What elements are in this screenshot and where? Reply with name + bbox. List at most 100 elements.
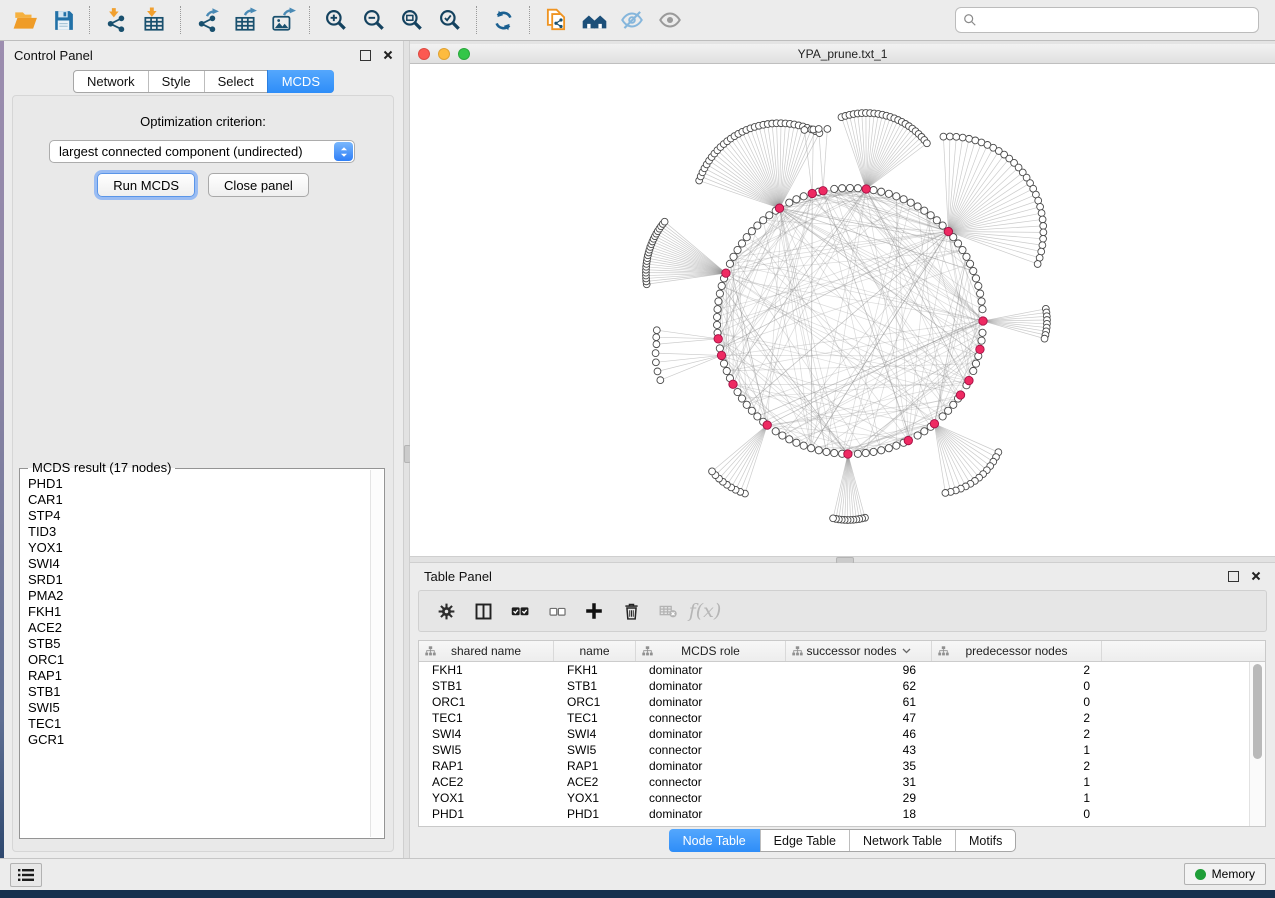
tab-motifs[interactable]: Motifs	[955, 830, 1015, 851]
tab-network[interactable]: Network	[74, 71, 148, 92]
mcds-result-item[interactable]: FKH1	[28, 604, 368, 620]
mcds-result-item[interactable]: ORC1	[28, 652, 368, 668]
table-cell[interactable]: STB1	[554, 679, 636, 693]
table-cell[interactable]: 1	[932, 775, 1102, 789]
table-cell[interactable]: RAP1	[419, 759, 554, 773]
close-panel-button[interactable]: Close panel	[208, 173, 309, 197]
table-cell[interactable]: 18	[786, 807, 932, 821]
table-cell[interactable]: SWI4	[419, 727, 554, 741]
scrollbar-thumb[interactable]	[1253, 664, 1262, 759]
mcds-result-item[interactable]: TID3	[28, 524, 368, 540]
mcds-result-item[interactable]: ACE2	[28, 620, 368, 636]
column-header-shared-name[interactable]: shared name	[419, 641, 554, 661]
table-cell[interactable]: 96	[786, 663, 932, 677]
save-button[interactable]	[44, 4, 82, 36]
mcds-result-item[interactable]: PMA2	[28, 588, 368, 604]
table-row[interactable]: RAP1RAP1dominator352	[419, 758, 1265, 774]
tab-edge-table[interactable]: Edge Table	[760, 830, 849, 851]
table-cell[interactable]: 29	[786, 791, 932, 805]
export-network-button[interactable]	[188, 4, 226, 36]
column-header-successor-nodes[interactable]: successor nodes	[786, 641, 932, 661]
table-cell[interactable]: 2	[932, 759, 1102, 773]
table-cell[interactable]: PHD1	[554, 807, 636, 821]
table-cell[interactable]: dominator	[636, 727, 786, 741]
horizontal-splitter[interactable]	[410, 556, 1275, 563]
table-cell[interactable]: 61	[786, 695, 932, 709]
table-row[interactable]: ACE2ACE2connector311	[419, 774, 1265, 790]
tab-style[interactable]: Style	[148, 71, 204, 92]
mcds-result-item[interactable]: GCR1	[28, 732, 368, 748]
table-cell[interactable]: 2	[932, 711, 1102, 725]
table-cell[interactable]: 43	[786, 743, 932, 757]
table-cell[interactable]: 47	[786, 711, 932, 725]
table-cell[interactable]: 1	[932, 791, 1102, 805]
zoom-selected-button[interactable]	[431, 4, 469, 36]
mcds-result-item[interactable]: STB1	[28, 684, 368, 700]
table-row[interactable]: TEC1TEC1connector472	[419, 710, 1265, 726]
table-cell[interactable]: 31	[786, 775, 932, 789]
table-cell[interactable]: dominator	[636, 695, 786, 709]
table-cell[interactable]: YOX1	[419, 791, 554, 805]
tab-node-table[interactable]: Node Table	[669, 829, 760, 852]
zoom-out-button[interactable]	[355, 4, 393, 36]
import-network-button[interactable]	[97, 4, 135, 36]
table-cell[interactable]: dominator	[636, 663, 786, 677]
table-row[interactable]: YOX1YOX1connector291	[419, 790, 1265, 806]
table-row[interactable]: PHD1PHD1dominator180	[419, 806, 1265, 822]
mcds-result-item[interactable]: CAR1	[28, 492, 368, 508]
table-cell[interactable]: 0	[932, 807, 1102, 821]
float-window-icon[interactable]	[1228, 571, 1239, 582]
table-cell[interactable]: 2	[932, 727, 1102, 741]
zoom-in-button[interactable]	[317, 4, 355, 36]
table-cell[interactable]: ACE2	[419, 775, 554, 789]
import-table-button[interactable]	[135, 4, 173, 36]
table-cell[interactable]: connector	[636, 711, 786, 725]
table-cell[interactable]: 62	[786, 679, 932, 693]
delete-column-button[interactable]	[616, 596, 646, 626]
float-window-icon[interactable]	[360, 50, 371, 61]
tab-select[interactable]: Select	[204, 71, 267, 92]
mcds-result-item[interactable]: PHD1	[28, 476, 368, 492]
mcds-result-item[interactable]: TEC1	[28, 716, 368, 732]
task-history-button[interactable]	[10, 863, 42, 887]
table-cell[interactable]: ORC1	[419, 695, 554, 709]
network-canvas[interactable]	[410, 64, 1275, 556]
duplicate-network-button[interactable]	[537, 4, 575, 36]
table-row[interactable]: FKH1FKH1dominator962	[419, 662, 1265, 678]
close-icon[interactable]	[383, 50, 393, 60]
first-neighbors-button[interactable]	[575, 4, 613, 36]
add-column-button[interactable]	[579, 596, 609, 626]
tab-mcds[interactable]: MCDS	[267, 70, 334, 93]
table-cell[interactable]: 1	[932, 743, 1102, 757]
mcds-list-scrollbar[interactable]	[370, 470, 383, 837]
memory-button[interactable]: Memory	[1184, 863, 1266, 885]
search-box[interactable]	[955, 7, 1259, 33]
hide-selected-button[interactable]	[613, 4, 651, 36]
table-row[interactable]: STB1STB1dominator620	[419, 678, 1265, 694]
export-table-button[interactable]	[226, 4, 264, 36]
table-cell[interactable]: dominator	[636, 679, 786, 693]
table-cell[interactable]: connector	[636, 743, 786, 757]
table-scrollbar[interactable]	[1249, 662, 1265, 826]
mcds-result-item[interactable]: SRD1	[28, 572, 368, 588]
table-cell[interactable]: 46	[786, 727, 932, 741]
zoom-fit-button[interactable]	[393, 4, 431, 36]
mcds-result-item[interactable]: YOX1	[28, 540, 368, 556]
refresh-button[interactable]	[484, 4, 522, 36]
table-cell[interactable]: 35	[786, 759, 932, 773]
mcds-result-item[interactable]: STB5	[28, 636, 368, 652]
mcds-result-item[interactable]: SWI4	[28, 556, 368, 572]
mcds-result-list[interactable]: PHD1CAR1STP4TID3YOX1SWI4SRD1PMA2FKH1ACE2…	[28, 476, 368, 835]
deselect-all-button[interactable]	[542, 596, 572, 626]
column-header-mcds-role[interactable]: MCDS role	[636, 641, 786, 661]
table-settings-button[interactable]	[431, 596, 461, 626]
table-cell[interactable]: FKH1	[419, 663, 554, 677]
table-cell[interactable]: SWI5	[554, 743, 636, 757]
close-icon[interactable]	[1251, 571, 1261, 581]
column-header-predecessor-nodes[interactable]: predecessor nodes	[932, 641, 1102, 661]
table-row[interactable]: SWI5SWI5connector431	[419, 742, 1265, 758]
table-cell[interactable]: connector	[636, 791, 786, 805]
table-cell[interactable]: PHD1	[419, 807, 554, 821]
table-cell[interactable]: ORC1	[554, 695, 636, 709]
select-all-button[interactable]	[505, 596, 535, 626]
